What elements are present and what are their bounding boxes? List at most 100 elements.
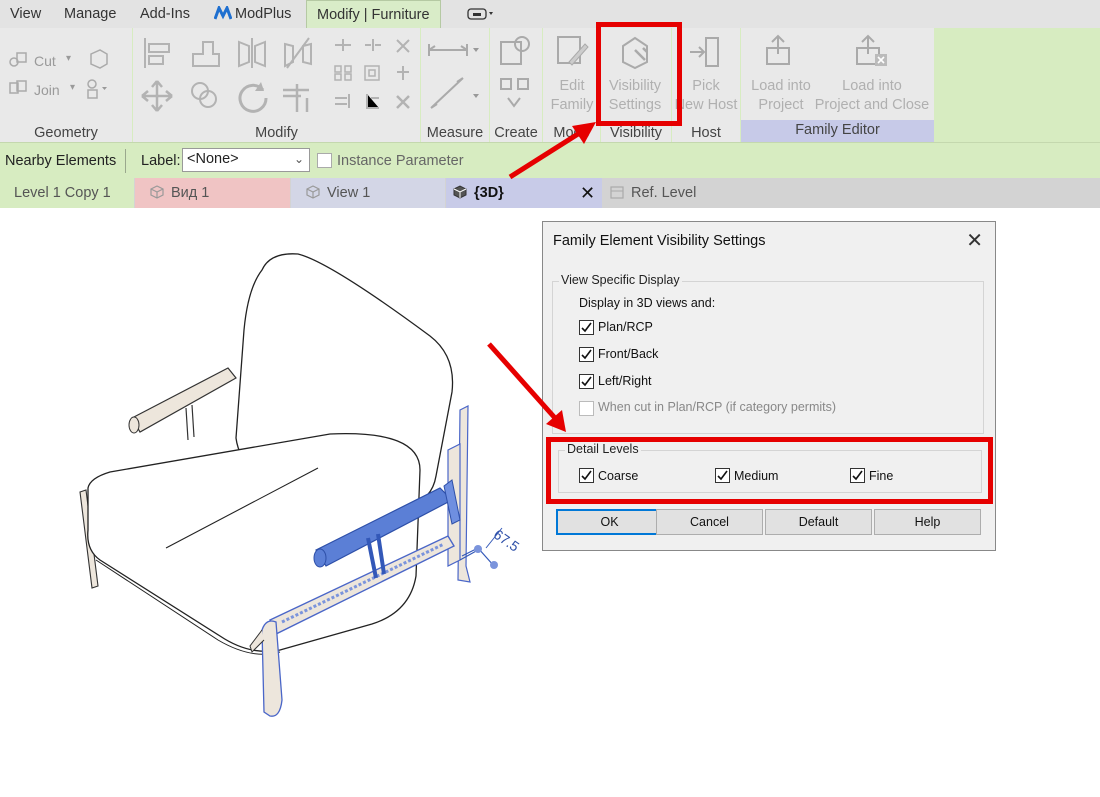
split-face-icon[interactable] bbox=[86, 78, 112, 100]
load-into-project-label[interactable]: Load into Project bbox=[743, 77, 819, 115]
tab-view[interactable]: View bbox=[10, 0, 41, 28]
plan-rcp-label: Plan/RCP bbox=[598, 320, 653, 334]
label-select-value: <None> bbox=[187, 151, 239, 167]
front-back-checkbox[interactable] bbox=[579, 347, 594, 362]
modify-panel: Modify bbox=[133, 28, 420, 142]
load-into-project-and-close-icon[interactable] bbox=[853, 34, 889, 68]
mirror-draw-axis-icon[interactable] bbox=[281, 36, 315, 70]
scale-icon[interactable] bbox=[363, 64, 383, 82]
load-into-project-icon[interactable] bbox=[761, 34, 795, 68]
view-specific-display-title: View Specific Display bbox=[559, 273, 682, 287]
view-tab-label: Вид 1 bbox=[171, 185, 210, 201]
menu-bar: View Manage Add-Ins ModPlus Modify | Fur… bbox=[0, 0, 1100, 28]
delete-icon[interactable] bbox=[393, 92, 413, 110]
create-panel-title: Create bbox=[494, 125, 538, 141]
create-group-icon[interactable] bbox=[498, 76, 532, 110]
close-tab-icon[interactable]: ✕ bbox=[580, 178, 595, 208]
view-tab-ref-level[interactable]: Ref. Level bbox=[603, 178, 1100, 208]
ok-button[interactable]: OK bbox=[556, 509, 663, 535]
checkmark-icon bbox=[581, 322, 592, 333]
measure-panel: Measure bbox=[421, 28, 489, 142]
quick-access-dropdown[interactable] bbox=[467, 7, 497, 21]
copy-icon[interactable] bbox=[187, 78, 223, 114]
view-specific-display-group: View Specific Display Display in 3D view… bbox=[552, 273, 984, 434]
cut-dropdown-icon[interactable]: ▾ bbox=[66, 53, 71, 64]
cut-label[interactable]: Cut bbox=[34, 53, 56, 69]
help-button[interactable]: Help bbox=[874, 509, 981, 535]
cut-icon[interactable] bbox=[8, 50, 28, 68]
plan-rcp-checkbox[interactable] bbox=[579, 320, 594, 335]
trim-extend-icon[interactable] bbox=[281, 78, 317, 114]
mode-panel-title: Mode bbox=[553, 125, 590, 141]
mode-panel: Edit Family Mode bbox=[543, 28, 600, 142]
array-icon[interactable] bbox=[333, 64, 353, 82]
chevron-down-icon: ⌄ bbox=[293, 152, 304, 166]
view-tab-label: View 1 bbox=[327, 185, 371, 201]
tab-add-ins[interactable]: Add-Ins bbox=[140, 0, 190, 28]
unpin-icon[interactable] bbox=[393, 36, 413, 54]
view-tab-label: Level 1 Copy 1 bbox=[14, 185, 111, 201]
close-icon[interactable]: ✕ bbox=[966, 228, 983, 253]
label-caption: Label: bbox=[141, 153, 181, 169]
window-dropdown-icon bbox=[467, 8, 493, 20]
pick-new-host-icon[interactable] bbox=[688, 34, 724, 70]
separator bbox=[125, 149, 126, 173]
load-into-project-and-close-label[interactable]: Load into Project and Close bbox=[813, 77, 931, 115]
split-element-icon[interactable] bbox=[333, 36, 353, 54]
offset-icon[interactable] bbox=[189, 36, 223, 70]
visibility-panel-title: Visibility bbox=[609, 125, 663, 141]
aligned-dimension-icon[interactable] bbox=[427, 38, 479, 64]
view-tab-level-1-copy-1[interactable]: Level 1 Copy 1 bbox=[0, 178, 134, 208]
options-bar: Nearby Elements Label: <None> ⌄ Instance… bbox=[0, 142, 1100, 178]
view-tab-3d[interactable]: {3D} ✕ bbox=[446, 178, 602, 208]
wall-join-icon[interactable] bbox=[88, 48, 110, 70]
default-button[interactable]: Default bbox=[765, 509, 872, 535]
checkmark-icon bbox=[581, 376, 592, 387]
checkmark-icon bbox=[581, 349, 592, 360]
split-with-gap-icon[interactable] bbox=[363, 36, 383, 54]
tab-modplus-label: ModPlus bbox=[235, 6, 292, 22]
create-similar-icon[interactable] bbox=[498, 34, 532, 68]
measure-between-references-icon[interactable] bbox=[427, 74, 479, 112]
move-icon[interactable] bbox=[139, 78, 175, 114]
3d-view-icon bbox=[453, 185, 467, 199]
when-cut-label: When cut in Plan/RCP (if category permit… bbox=[598, 400, 837, 414]
modplus-logo-icon bbox=[214, 6, 232, 20]
elevation-view-icon bbox=[610, 186, 624, 199]
join-dropdown-icon[interactable]: ▾ bbox=[70, 82, 75, 93]
host-panel: Pick New Host Host bbox=[672, 28, 740, 142]
3d-view-icon bbox=[306, 185, 320, 199]
family-editor-panel: Load into Project Load into Project and … bbox=[741, 28, 934, 142]
when-cut-checkbox[interactable] bbox=[579, 401, 594, 416]
tab-modify-furniture[interactable]: Modify | Furniture bbox=[306, 0, 441, 28]
host-panel-title: Host bbox=[691, 125, 721, 141]
geometry-panel: Cut ▾ Join ▾ Geometry bbox=[0, 28, 132, 142]
tab-modplus[interactable]: ModPlus bbox=[214, 0, 291, 28]
trim-multiple-icon[interactable] bbox=[333, 92, 353, 110]
tab-manage[interactable]: Manage bbox=[64, 0, 116, 28]
left-right-checkbox[interactable] bbox=[579, 374, 594, 389]
pick-new-host-label[interactable]: Pick New Host bbox=[672, 77, 740, 115]
display-in-3d-label: Display in 3D views and: bbox=[579, 296, 716, 310]
ribbon: Cut ▾ Join ▾ Geometry Modify Measure Cre… bbox=[0, 28, 1100, 142]
3d-view-icon bbox=[150, 185, 164, 199]
mirror-pick-axis-icon[interactable] bbox=[235, 36, 269, 70]
cancel-button[interactable]: Cancel bbox=[656, 509, 763, 535]
measure-panel-title: Measure bbox=[426, 125, 484, 141]
trim-single-icon[interactable] bbox=[363, 92, 383, 110]
label-select[interactable]: <None> ⌄ bbox=[182, 148, 310, 172]
join-icon[interactable] bbox=[8, 79, 28, 97]
join-label[interactable]: Join bbox=[34, 82, 60, 98]
rotate-icon[interactable] bbox=[235, 78, 271, 114]
create-panel: Create bbox=[490, 28, 542, 142]
align-icon[interactable] bbox=[141, 36, 175, 70]
nearby-elements-label[interactable]: Nearby Elements bbox=[5, 153, 116, 169]
dialog-title: Family Element Visibility Settings bbox=[553, 233, 766, 249]
edit-family-icon[interactable] bbox=[555, 34, 589, 68]
edit-family-label[interactable]: Edit Family bbox=[549, 77, 595, 115]
pin-icon[interactable] bbox=[393, 64, 413, 82]
view-tab-view-1[interactable]: View 1 bbox=[291, 178, 445, 208]
view-tab-vid-1[interactable]: Вид 1 bbox=[135, 178, 290, 208]
detail-levels-highlight bbox=[546, 437, 993, 504]
instance-parameter-checkbox[interactable] bbox=[317, 153, 332, 168]
